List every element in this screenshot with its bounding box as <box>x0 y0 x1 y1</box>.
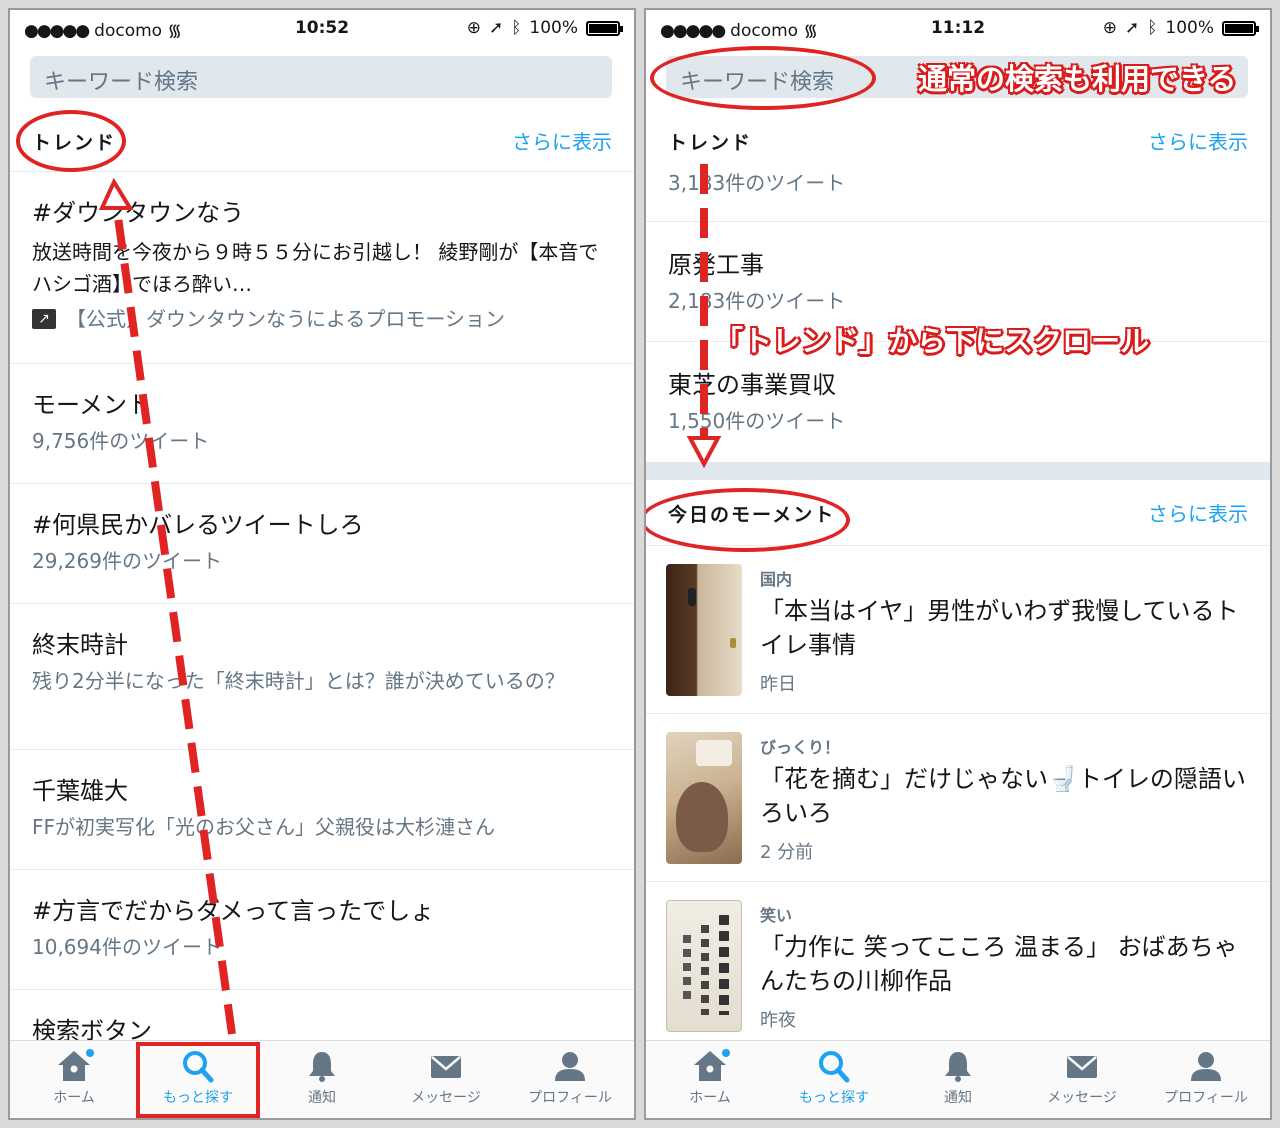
trend-meta: 9,756件のツイート <box>32 429 210 453</box>
right-screenshot: ●●●●● docomo ᯾ 11:12 ⊕ ➚ ᛒ 100% キーワード検索 ト… <box>644 8 1272 1120</box>
envelope-icon <box>1067 1056 1097 1078</box>
moment-item[interactable]: 笑い 「力作に 笑ってこころ 温まる」 おばあちゃんたちの川柳作品 昨夜 <box>646 882 1270 1050</box>
location-icon: ➚ <box>1124 18 1140 38</box>
trend-meta: 1,550件のツイート <box>668 409 846 433</box>
moment-thumbnail <box>666 900 742 1032</box>
show-more-link[interactable]: さらに表示 <box>1148 126 1248 155</box>
moment-category: 国内 <box>760 570 793 589</box>
trend-item[interactable]: 終末時計 残り2分半になった「終末時計」とは？誰が決めているの？ <box>10 604 634 750</box>
battery-icon <box>1222 20 1259 36</box>
trend-name: 原発工事 <box>668 251 764 279</box>
trend-item[interactable]: #ダウンタウンなう 放送時間を今夜から９時５５分にお引越し！ 綾野剛が【本音でハ… <box>10 174 634 364</box>
moment-item[interactable]: 国内 「本当はイヤ」男性がいわず我慢しているトイレ事情 昨日 <box>646 546 1270 714</box>
explore-tab-highlight-box <box>136 1042 260 1118</box>
bluetooth-icon: ᛒ <box>1147 18 1158 38</box>
tab-home[interactable]: ホーム <box>648 1049 772 1107</box>
trend-meta: 29,269件のツイート <box>32 549 222 573</box>
tab-messages[interactable]: メッセージ <box>1020 1049 1144 1107</box>
tab-notifications[interactable]: 通知 <box>896 1049 1020 1107</box>
show-more-link[interactable]: さらに表示 <box>1148 498 1248 527</box>
trend-item[interactable]: 東芝の事業買収 1,550件のツイート <box>646 342 1270 462</box>
location-icon: ➚ <box>488 18 504 38</box>
tab-home[interactable]: ホーム <box>12 1049 136 1107</box>
moment-category: 笑い <box>760 906 793 925</box>
moment-thumbnail <box>666 564 742 696</box>
trend-meta: 3,183件のツイート <box>668 171 846 195</box>
trend-meta: 2,183件のツイート <box>668 289 846 313</box>
trend-label: トレンド <box>668 132 753 154</box>
search-highlight-circle <box>650 46 876 110</box>
person-icon <box>1191 1052 1221 1081</box>
promoted-by: 【公式】ダウンタウンなうによるプロモーション <box>66 307 505 331</box>
status-bar: ●●●●● docomo ᯾ 10:52 ⊕ ➚ ᛒ 100% <box>10 10 634 50</box>
trend-item[interactable]: 3,183件のツイート <box>646 168 1270 222</box>
trend-name: #方言でだからダメって言ったでしょ <box>32 897 435 925</box>
search-icon <box>819 1051 850 1083</box>
moment-thumbnail <box>666 732 742 864</box>
trend-name: #何県民かバレるツイートしろ <box>32 511 364 539</box>
trend-name: 東芝の事業買収 <box>668 371 836 399</box>
trend-item[interactable]: #方言でだからダメって言ったでしょ 10,694件のツイート <box>10 870 634 990</box>
trend-name: 終末時計 <box>32 631 128 659</box>
notification-dot <box>86 1049 94 1057</box>
trend-meta: 残り2分半になった「終末時計」とは？誰が決めているの？ <box>32 669 565 693</box>
trend-item[interactable]: 千葉雄大 FFが初実写化「光のお父さん」父親役は大杉漣さん <box>10 750 634 870</box>
tab-explore[interactable]: もっと探す <box>772 1049 896 1107</box>
moment-category: びっくり！ <box>760 738 841 757</box>
trend-meta: 10,694件のツイート <box>32 935 222 959</box>
left-screenshot: ●●●●● docomo ᯾ 10:52 ⊕ ➚ ᛒ 100% キーワード検索 ト… <box>8 8 636 1120</box>
trend-item[interactable]: モーメント 9,756件のツイート <box>10 364 634 484</box>
show-more-link[interactable]: さらに表示 <box>512 126 612 155</box>
moment-title: 「力作に 笑ってこころ 温まる」 おばあちゃんたちの川柳作品 <box>760 933 1238 995</box>
envelope-icon <box>431 1056 461 1078</box>
moment-item[interactable]: びっくり！ 「花を摘む」だけじゃない🚽トイレの隠語いろいろ 2 分前 <box>646 714 1270 882</box>
battery-percent: 100% <box>529 18 578 38</box>
person-icon <box>555 1052 585 1081</box>
orientation-lock-icon: ⊕ <box>466 18 481 38</box>
orientation-lock-icon: ⊕ <box>1102 18 1117 38</box>
battery-icon <box>586 20 623 36</box>
section-divider <box>646 462 1270 480</box>
bell-icon <box>309 1052 335 1082</box>
trend-name: #ダウンタウンなう <box>32 199 245 227</box>
trend-header: トレンド さらに表示 <box>646 108 1270 168</box>
tab-profile[interactable]: プロフィール <box>508 1049 632 1107</box>
trend-description: 放送時間を今夜から９時５５分にお引越し！ 綾野剛が【本音でハシゴ酒】でほろ酔い… <box>32 240 599 296</box>
tab-messages[interactable]: メッセージ <box>384 1049 508 1107</box>
moment-title: 「本当はイヤ」男性がいわず我慢しているトイレ事情 <box>760 597 1239 659</box>
trend-name: モーメント <box>32 391 152 419</box>
moments-highlight-circle <box>646 488 850 552</box>
tab-bar: ホーム もっと探す 通知 メッセージ プロフィール <box>10 1040 634 1118</box>
bell-icon <box>945 1052 971 1082</box>
trend-name: 千葉雄大 <box>32 777 128 805</box>
promoted-icon: ↗ <box>32 309 56 329</box>
moment-time: 昨日 <box>760 674 796 695</box>
notification-dot <box>722 1049 730 1057</box>
search-input[interactable]: キーワード検索 <box>30 56 612 98</box>
bluetooth-icon: ᛒ <box>511 18 522 38</box>
tab-bar: ホーム もっと探す 通知 メッセージ プロフィール <box>646 1040 1270 1118</box>
moment-time: 2 分前 <box>760 842 814 863</box>
status-bar: ●●●●● docomo ᯾ 11:12 ⊕ ➚ ᛒ 100% <box>646 10 1270 50</box>
trend-highlight-circle <box>16 110 126 172</box>
moment-time: 昨夜 <box>760 1010 796 1031</box>
tab-notifications[interactable]: 通知 <box>260 1049 384 1107</box>
trend-item[interactable]: #何県民かバレるツイートしろ 29,269件のツイート <box>10 484 634 604</box>
trend-meta: FFが初実写化「光のお父さん」父親役は大杉漣さん <box>32 815 496 839</box>
annotation-scroll-down: 「トレンド」から下にスクロール <box>713 323 1150 359</box>
battery-percent: 100% <box>1165 18 1214 38</box>
annotation-normal-search: 通常の検索も利用できる <box>917 61 1237 97</box>
moment-title: 「花を摘む」だけじゃない🚽トイレの隠語いろいろ <box>760 765 1246 827</box>
tab-profile[interactable]: プロフィール <box>1144 1049 1268 1107</box>
